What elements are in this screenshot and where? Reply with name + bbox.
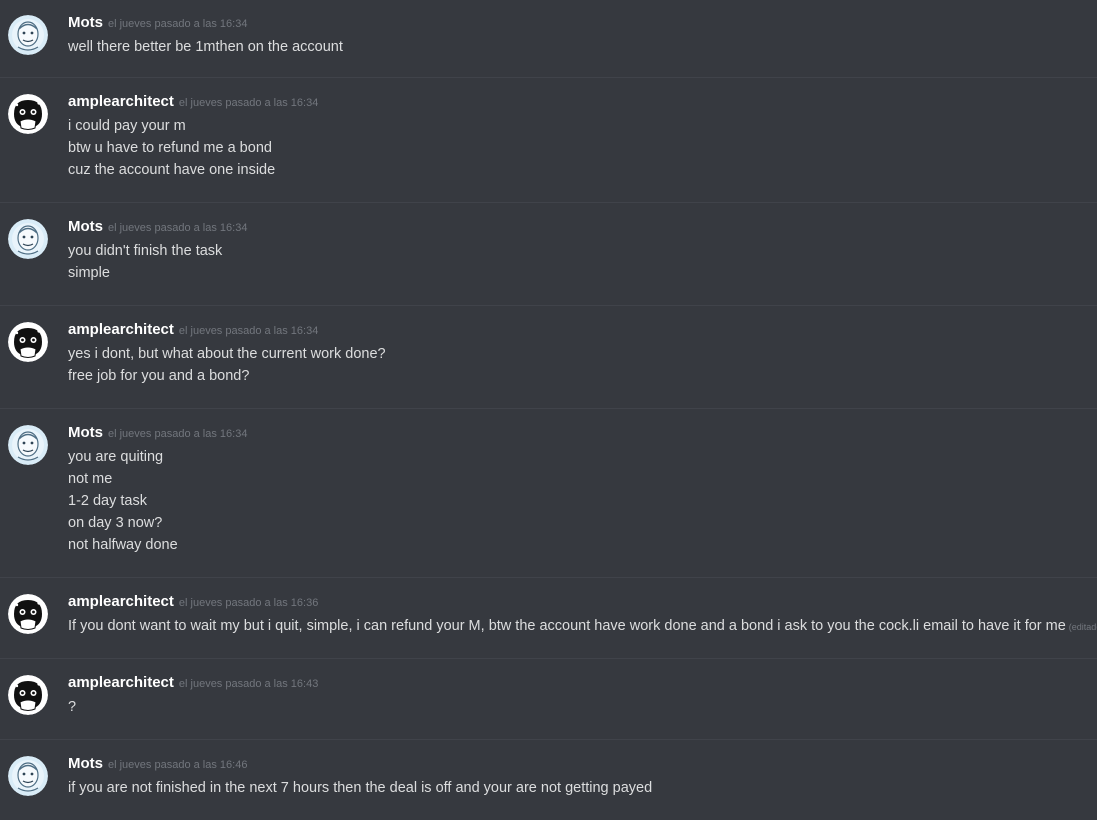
message-text-content: on day 3 now? [68,515,163,531]
timestamp[interactable]: el jueves pasado a las 16:46 [108,759,247,771]
message-header: Mots el jueves pasado a las 16:34 [68,424,1097,446]
message-text-content: you didn't finish the task [68,243,223,259]
message-header: Mots el jueves pasado a las 16:34 [68,218,1097,240]
timestamp[interactable]: el jueves pasado a las 16:34 [108,18,247,30]
message-text-content: ? [68,699,77,715]
timestamp[interactable]: el jueves pasado a las 16:34 [179,97,318,109]
message-header: amplearchitect el jueves pasado a las 16:… [68,321,1097,343]
message-header: amplearchitect el jueves pasado a las 16:… [68,593,1097,615]
amplearchitect-avatar-icon[interactable] [8,94,48,134]
timestamp[interactable]: el jueves pasado a las 16:34 [108,222,247,234]
message-group: Mots el jueves pasado a las 16:34 you are … [0,409,1097,578]
timestamp[interactable]: el jueves pasado a las 16:34 [108,428,247,440]
message-text: not me [68,468,1097,490]
message-text-content: yes i dont, but what about the current w… [68,346,386,362]
mots-avatar-icon[interactable] [8,425,48,465]
message-text: on day 3 now? [68,512,1097,534]
message-header: amplearchitect el jueves pasado a las 16:… [68,93,1097,115]
message-text: you are quiting [68,446,1097,468]
message-text-content: you are quiting [68,449,164,465]
message-text: simple [68,262,1097,284]
message-group: Mots el jueves pasado a las 16:34 well the… [0,0,1097,78]
message-group: Mots el jueves pasado a las 16:46 if you a… [0,740,1097,820]
username[interactable]: Mots [68,755,103,772]
message-text-content: if you are not finished in the next 7 ho… [68,780,653,796]
username[interactable]: Mots [68,218,103,235]
message-text: if you are not finished in the next 7 ho… [68,777,1097,799]
message-text: not halfway done [68,534,1097,556]
message-group: amplearchitect el jueves pasado a las 16:… [0,78,1097,203]
message-text: free job for you and a bond? [68,365,1097,387]
mots-avatar-icon[interactable] [8,756,48,796]
username[interactable]: amplearchitect [68,674,174,691]
message-text-content: not halfway done [68,537,178,553]
edited-label: (editado) [1068,622,1097,632]
message-text-content: free job for you and a bond? [68,368,250,384]
message-text: 1-2 day task [68,490,1097,512]
username[interactable]: amplearchitect [68,593,174,610]
message-text-content: simple [68,265,110,281]
message-header: amplearchitect el jueves pasado a las 16:… [68,674,1097,696]
message-text: btw u have to refund me a bond [68,137,1097,159]
username[interactable]: amplearchitect [68,321,174,338]
message-header: Mots el jueves pasado a las 16:34 [68,14,1097,36]
message-text: you didn't finish the task [68,240,1097,262]
mots-avatar-icon[interactable] [8,15,48,55]
message-text-content: well there better be 1mthen on the accou… [68,39,343,55]
username[interactable]: Mots [68,424,103,441]
amplearchitect-avatar-icon[interactable] [8,675,48,715]
message-text-content: 1-2 day task [68,493,147,509]
message-text-content: btw u have to refund me a bond [68,140,272,156]
message-text: cuz the account have one inside [68,159,1097,181]
message-header: Mots el jueves pasado a las 16:46 [68,755,1097,777]
username[interactable]: amplearchitect [68,93,174,110]
message-text: yes i dont, but what about the current w… [68,343,1097,365]
message-text-content: cuz the account have one inside [68,162,276,178]
message-text: ? [68,696,1097,718]
timestamp[interactable]: el jueves pasado a las 16:34 [179,325,318,337]
timestamp[interactable]: el jueves pasado a las 16:43 [179,678,318,690]
username[interactable]: Mots [68,14,103,31]
message-group: amplearchitect el jueves pasado a las 16:… [0,578,1097,659]
message-text-content: If you dont want to wait my but i quit, … [68,618,1066,634]
message-text: If you dont want to wait my but i quit, … [68,615,1097,638]
mots-avatar-icon[interactable] [8,219,48,259]
message-text-content: not me [68,471,113,487]
message-group: amplearchitect el jueves pasado a las 16:… [0,306,1097,409]
amplearchitect-avatar-icon[interactable] [8,322,48,362]
message-group: amplearchitect el jueves pasado a las 16:… [0,659,1097,740]
message-text: well there better be 1mthen on the accou… [68,36,1097,58]
timestamp[interactable]: el jueves pasado a las 16:36 [179,597,318,609]
message-group: Mots el jueves pasado a las 16:34 you didn… [0,203,1097,306]
chat-message-list: Mots el jueves pasado a las 16:34 well the… [0,0,1097,820]
message-text: i could pay your m [68,115,1097,137]
amplearchitect-avatar-icon[interactable] [8,594,48,634]
message-text-content: i could pay your m [68,118,186,134]
